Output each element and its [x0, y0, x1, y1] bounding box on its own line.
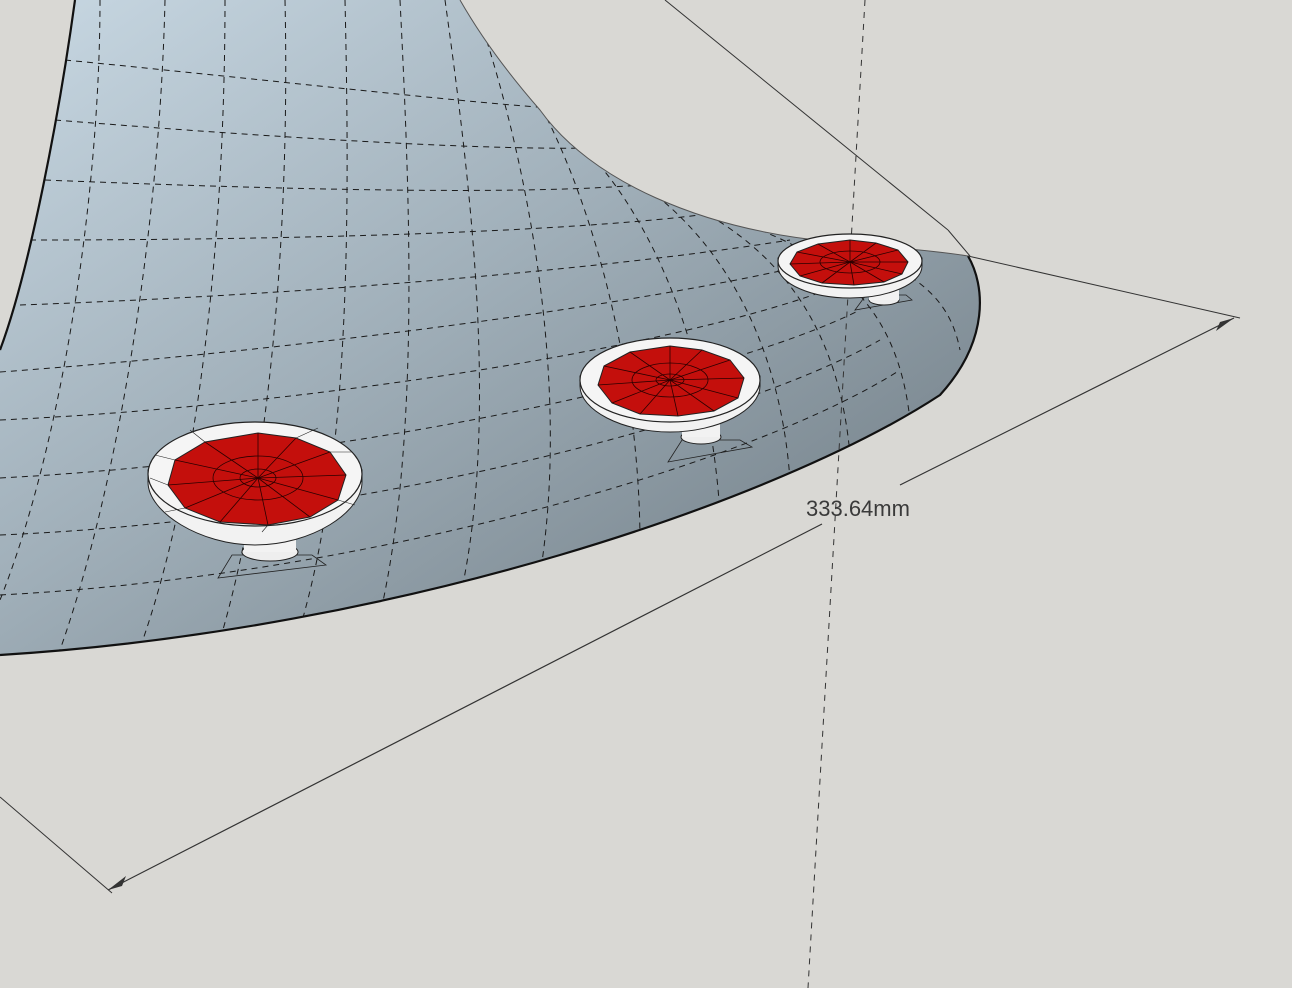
- 3d-scene[interactable]: 333.64mm: [0, 0, 1292, 988]
- dimension-arrow-start-icon: [108, 876, 126, 890]
- dimension-label[interactable]: 333.64mm: [806, 496, 910, 521]
- modeling-viewport[interactable]: 333.64mm: [0, 0, 1292, 988]
